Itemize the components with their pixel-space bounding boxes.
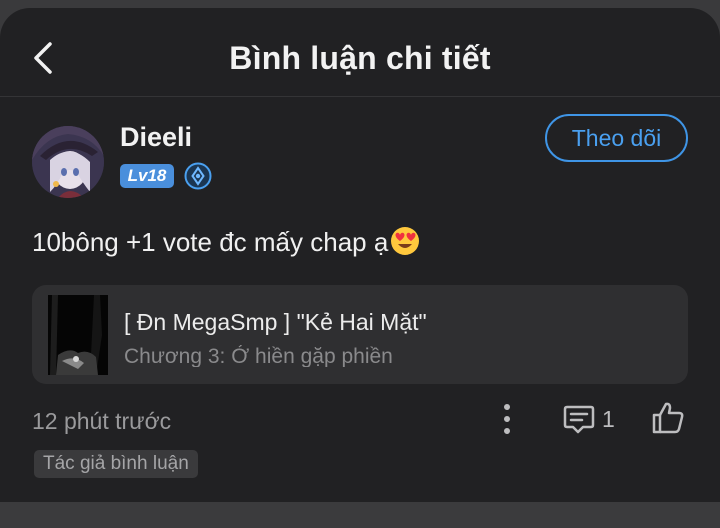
story-chapter: Chương 3: Ở hiền gặp phiền xyxy=(124,345,393,367)
header: Bình luận chi tiết xyxy=(0,8,720,96)
story-card[interactable]: [ Đn MegaSmp ] "Kẻ Hai Mặt" Chương 3: Ở … xyxy=(32,285,688,384)
reply-button[interactable]: 1 xyxy=(562,402,622,436)
more-vertical-icon xyxy=(504,404,510,434)
heart-eyes-emoji-icon xyxy=(390,226,420,256)
rank-icon xyxy=(184,162,212,190)
level-badge: Lv18 xyxy=(120,164,174,188)
avatar-image xyxy=(32,126,104,198)
username[interactable]: Dieeli xyxy=(120,122,192,153)
like-button[interactable] xyxy=(650,400,686,436)
avatar[interactable] xyxy=(32,126,104,198)
comment-text: 10bông +1 vote đc mấy chap ạ xyxy=(32,226,420,258)
comment-body: 10bông +1 vote đc mấy chap ạ xyxy=(32,227,389,257)
comment-timestamp: 12 phút trước xyxy=(32,408,172,434)
bottom-strip xyxy=(0,502,720,528)
page-title: Bình luận chi tiết xyxy=(229,40,491,76)
header-divider xyxy=(0,96,720,97)
more-options-button[interactable] xyxy=(498,402,516,436)
follow-button[interactable]: Theo dõi xyxy=(545,114,688,162)
story-cover xyxy=(48,295,108,375)
author-tag: Tác giả bình luận xyxy=(34,450,198,478)
reply-count: 1 xyxy=(602,406,615,432)
story-title: [ Đn MegaSmp ] "Kẻ Hai Mặt" xyxy=(124,309,427,335)
thumbs-up-icon xyxy=(652,402,684,434)
comment-icon xyxy=(563,405,595,434)
